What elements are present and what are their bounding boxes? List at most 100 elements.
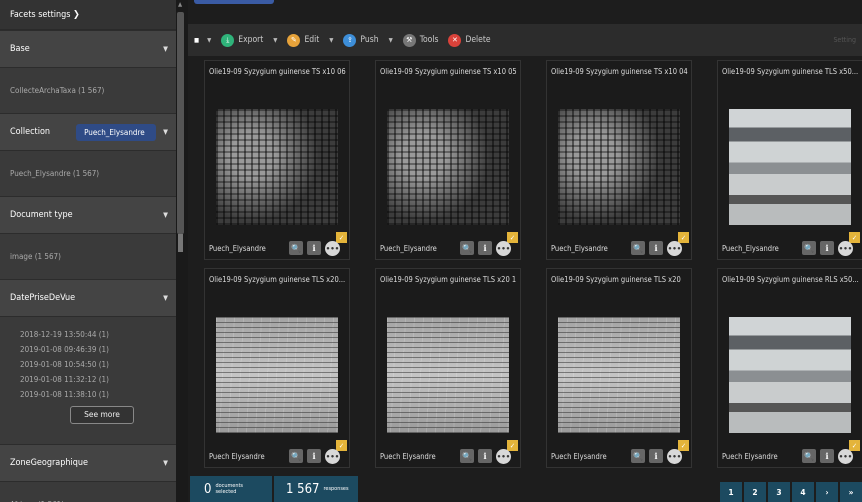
delete-icon: ✕ <box>448 33 462 47</box>
card-thumbnail[interactable] <box>729 109 851 225</box>
page-4-button[interactable]: 4 <box>792 482 814 502</box>
zoom-icon[interactable]: 🔍 <box>631 449 645 463</box>
more-options-icon[interactable]: ••• <box>667 241 682 256</box>
result-card[interactable]: Olie19-09 Syzygium guinense RLS x50... ✓ P… <box>717 268 862 468</box>
next-page-button[interactable]: › <box>816 482 838 502</box>
chevron-down-icon[interactable]: ▼ <box>163 294 168 302</box>
card-thumbnail[interactable] <box>387 109 509 225</box>
card-thumbnail[interactable] <box>558 317 680 433</box>
facet-date-header[interactable]: DatePriseDeVue ▼ <box>0 279 176 317</box>
card-thumbnail[interactable] <box>558 109 680 225</box>
more-options-icon[interactable]: ••• <box>667 449 682 464</box>
more-options-icon[interactable]: ••• <box>325 449 340 464</box>
chevron-down-icon[interactable]: ▼ <box>163 128 168 136</box>
card-thumbnail[interactable] <box>216 317 338 433</box>
page-3-button[interactable]: 3 <box>768 482 790 502</box>
result-card[interactable]: Olie19-09 Syzygium guinense TLS x20 ✓ Puec… <box>546 268 692 468</box>
card-thumbnail[interactable] <box>729 317 851 433</box>
chevron-down-icon[interactable]: ▼ <box>163 211 168 219</box>
card-title[interactable]: Olie19-09 Syzygium guinense TLS x20 1 <box>380 275 518 284</box>
page-2-button[interactable]: 2 <box>744 482 766 502</box>
facet-collection-label: Collection <box>10 127 51 137</box>
card-thumbnail[interactable] <box>216 109 338 225</box>
zoom-icon[interactable]: 🔍 <box>802 241 816 255</box>
info-icon[interactable]: i <box>478 449 492 463</box>
facets-sidebar: Facets settings ❯ Base ▼ CollecteArchaTa… <box>0 0 176 502</box>
date-item[interactable]: 2019-01-08 11:38:10 (1) <box>20 387 166 402</box>
facet-doctype-value[interactable]: image (1 567) <box>0 234 176 279</box>
toolbar: ■ ▼ ⤓ Export ▼ ✎ Edit ▼ ⇪ Push ▼ ⚒ Tools… <box>188 24 862 56</box>
date-item[interactable]: 2018-12-19 13:50:44 (1) <box>20 327 166 342</box>
more-options-icon[interactable]: ••• <box>838 449 853 464</box>
card-footer: Puech Elysandre 🔍 i ••• <box>376 449 520 467</box>
info-icon[interactable]: i <box>307 241 321 255</box>
info-icon[interactable]: i <box>820 241 834 255</box>
facets-settings-title[interactable]: Facets settings ❯ <box>0 0 176 30</box>
more-options-icon[interactable]: ••• <box>838 241 853 256</box>
scrollbar-thumb[interactable] <box>177 12 184 234</box>
date-item[interactable]: 2019-01-08 10:54:50 (1) <box>20 357 166 372</box>
push-icon: ⇪ <box>343 33 357 47</box>
date-item[interactable]: 2019-01-08 09:46:39 (1) <box>20 342 166 357</box>
more-options-icon[interactable]: ••• <box>496 241 511 256</box>
card-title[interactable]: Olie19-09 Syzygium guinense TLS x50... <box>722 67 860 76</box>
facet-doctype-header[interactable]: Document type ▼ <box>0 196 176 234</box>
result-card[interactable]: Olie19-09 Syzygium guinense TLS x50... ✓ P… <box>717 60 862 260</box>
zoom-icon[interactable]: 🔍 <box>631 241 645 255</box>
result-card[interactable]: Olie19-09 Syzygium guinense TS x10 04 ✓ Pu… <box>546 60 692 260</box>
facet-base-value[interactable]: CollecteArchaTaxa (1 567) <box>0 68 176 113</box>
push-button[interactable]: ⇪ Push <box>343 33 379 47</box>
export-button[interactable]: ⤓ Export <box>221 33 263 47</box>
edit-caret-icon[interactable]: ▼ <box>329 37 333 44</box>
export-caret-icon[interactable]: ▼ <box>273 37 277 44</box>
facet-collection-value[interactable]: Puech_Elysandre (1 567) <box>0 151 176 196</box>
card-title[interactable]: Olie19-09 Syzygium guinense TS x10 04 <box>551 67 689 76</box>
card-title[interactable]: Olie19-09 Syzygium guinense TLS x20... <box>209 275 347 284</box>
facet-collection-header[interactable]: Collection Puech_Elysandre ▼ <box>0 113 176 151</box>
date-item[interactable]: 2019-01-08 11:32:12 (1) <box>20 372 166 387</box>
zoom-icon[interactable]: 🔍 <box>460 241 474 255</box>
card-thumbnail[interactable] <box>387 317 509 433</box>
select-caret-icon[interactable]: ▼ <box>207 37 211 44</box>
facet-date-label: DatePriseDeVue <box>10 293 76 303</box>
settings-link[interactable]: Setting <box>833 36 856 44</box>
tools-label: Tools <box>419 35 439 45</box>
scroll-up-icon[interactable]: ▲ <box>178 1 182 8</box>
zoom-icon[interactable]: 🔍 <box>289 241 303 255</box>
facet-base-header[interactable]: Base ▼ <box>0 30 176 68</box>
info-icon[interactable]: i <box>820 449 834 463</box>
result-card[interactable]: Olie19-09 Syzygium guinense TLS x20... ✓ P… <box>204 268 350 468</box>
page-1-button[interactable]: 1 <box>720 482 742 502</box>
card-title[interactable]: Olie19-09 Syzygium guinense TS x10 05 <box>380 67 518 76</box>
push-caret-icon[interactable]: ▼ <box>389 37 393 44</box>
tools-button[interactable]: ⚒ Tools <box>402 33 439 47</box>
sidebar-scrollbar[interactable]: ▲ <box>176 0 188 502</box>
result-card[interactable]: Olie19-09 Syzygium guinense TS x10 05 ✓ Pu… <box>375 60 521 260</box>
info-icon[interactable]: i <box>649 241 663 255</box>
see-more-button[interactable]: See more <box>70 406 134 424</box>
delete-button[interactable]: ✕ Delete <box>448 33 491 47</box>
card-title[interactable]: Olie19-09 Syzygium guinense TS x10 06 <box>209 67 347 76</box>
chevron-down-icon[interactable]: ▼ <box>163 459 168 467</box>
result-card[interactable]: Olie19-09 Syzygium guinense TS x10 06 ✓ Pu… <box>204 60 350 260</box>
info-icon[interactable]: i <box>478 241 492 255</box>
facet-zone-value[interactable]: Afrique (1 561) <box>0 482 176 502</box>
edit-button[interactable]: ✎ Edit <box>287 33 319 47</box>
info-icon[interactable]: i <box>649 449 663 463</box>
select-all-icon[interactable]: ■ <box>194 37 199 44</box>
scrollbar-handle[interactable] <box>178 234 183 252</box>
more-options-icon[interactable]: ••• <box>496 449 511 464</box>
result-card[interactable]: Olie19-09 Syzygium guinense TLS x20 1 ✓ Pu… <box>375 268 521 468</box>
info-icon[interactable]: i <box>307 449 321 463</box>
active-tab-indicator[interactable] <box>194 0 274 4</box>
zoom-icon[interactable]: 🔍 <box>802 449 816 463</box>
collection-select[interactable]: Puech_Elysandre <box>76 123 157 141</box>
more-options-icon[interactable]: ••• <box>325 241 340 256</box>
card-title[interactable]: Olie19-09 Syzygium guinense TLS x20 <box>551 275 689 284</box>
zoom-icon[interactable]: 🔍 <box>460 449 474 463</box>
chevron-down-icon[interactable]: ▼ <box>163 45 168 53</box>
card-title[interactable]: Olie19-09 Syzygium guinense RLS x50... <box>722 275 860 284</box>
facet-zone-header[interactable]: ZoneGeographique ▼ <box>0 444 176 482</box>
zoom-icon[interactable]: 🔍 <box>289 449 303 463</box>
last-page-button[interactable]: » <box>840 482 862 502</box>
